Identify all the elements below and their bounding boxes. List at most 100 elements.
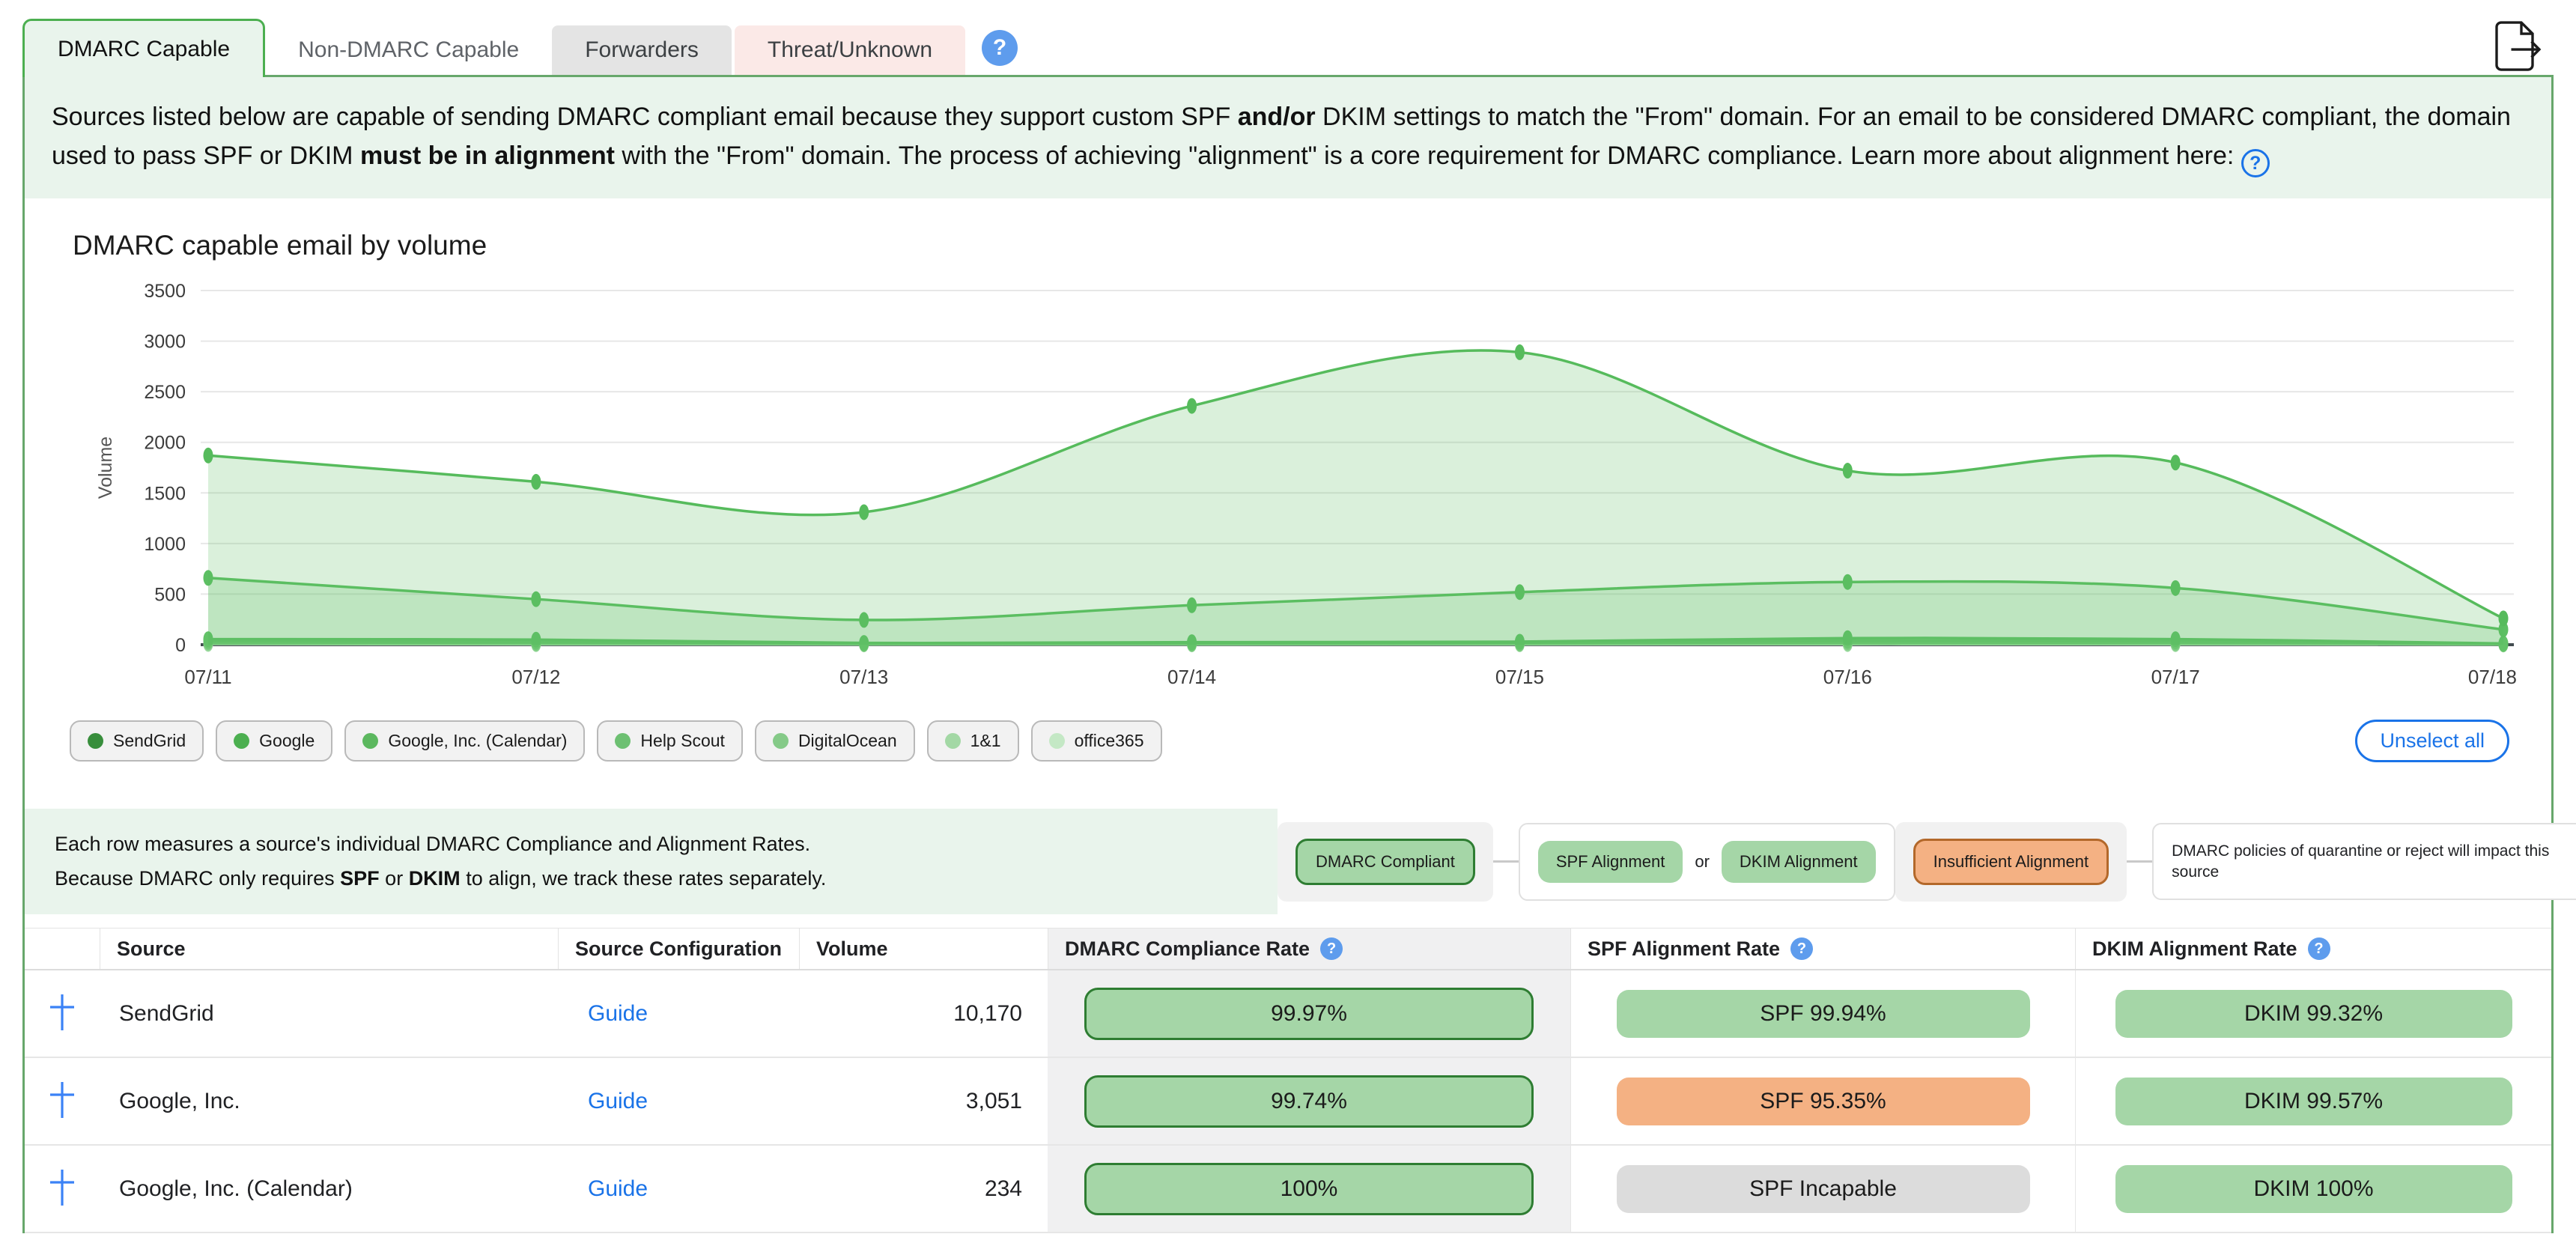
dmarc-compliant-badge: DMARC Compliant — [1295, 839, 1475, 885]
plus-icon — [47, 1166, 77, 1212]
compliance-rate-badge: 99.74% — [1084, 1075, 1534, 1128]
description-part: with the "From" domain. The process of a… — [615, 142, 2241, 170]
legend-chip-digitalocean[interactable]: DigitalOcean — [755, 720, 915, 762]
dkim-rate-badge: DKIM 99.32% — [2115, 990, 2512, 1038]
dkim-rate-badge: DKIM 100% — [2115, 1165, 2512, 1213]
plus-icon — [47, 1078, 77, 1124]
rates-info-box: Each row measures a source's individual … — [25, 809, 1278, 915]
legend-chip-label: DigitalOcean — [798, 731, 897, 751]
legend-chip-google-calendar[interactable]: Google, Inc. (Calendar) — [344, 720, 585, 762]
sources-table: Source Source Configuration Volume DMARC… — [25, 928, 2551, 1233]
description-part: Sources listed below are capable of send… — [52, 103, 1238, 131]
dkim-rate-help-icon[interactable]: ? — [2308, 937, 2330, 960]
dmarc-rate-help-icon[interactable]: ? — [1320, 937, 1343, 960]
export-icon — [2492, 64, 2542, 76]
legend-chip-sendgrid[interactable]: SendGrid — [70, 720, 204, 762]
guide-cell: Guide — [558, 1146, 799, 1232]
legend-insufficient-box: Insufficient Alignment — [1895, 822, 2127, 902]
legend-chip-label: Help Scout — [640, 731, 725, 751]
legend-chip-label: Google — [259, 731, 315, 751]
series-color-dot — [234, 733, 249, 749]
unselect-all-button[interactable]: Unselect all — [2355, 720, 2509, 762]
dmarc-capable-panel: Sources listed below are capable of send… — [22, 75, 2554, 1233]
table-row-sendgrid: SendGrid Guide 10,170 99.97% SPF 99.94% … — [25, 970, 2551, 1058]
compliance-rate-badge: 99.97% — [1084, 988, 1534, 1040]
tab-dmarc-capable[interactable]: DMARC Capable — [22, 19, 265, 77]
insufficient-alignment-badge: Insufficient Alignment — [1913, 839, 2109, 885]
compliance-legend: DMARC Compliant SPF Alignment or DKIM Al… — [1278, 822, 2547, 902]
svg-text:07/12: 07/12 — [511, 666, 560, 688]
svg-text:07/18: 07/18 — [2468, 666, 2517, 688]
legend-chip-help-scout[interactable]: Help Scout — [597, 720, 743, 762]
table-body: SendGrid Guide 10,170 99.97% SPF 99.94% … — [25, 970, 2551, 1233]
legend-chip-1and1[interactable]: 1&1 — [927, 720, 1019, 762]
guide-link[interactable]: Guide — [588, 1001, 648, 1027]
legend-chip-google[interactable]: Google — [216, 720, 332, 762]
svg-text:07/15: 07/15 — [1495, 666, 1544, 688]
series-color-dot — [88, 733, 103, 749]
description-bold-andor: and/or — [1238, 103, 1316, 131]
legend-chip-office365[interactable]: office365 — [1031, 720, 1162, 762]
spf-rate-cell: SPF 95.35% — [1570, 1058, 2075, 1144]
legend-chip-label: Google, Inc. (Calendar) — [388, 731, 567, 751]
dkim-rate-badge: DKIM 99.57% — [2115, 1078, 2512, 1125]
legend-policy-note-box: DMARC policies of quarantine or reject w… — [2152, 823, 2576, 900]
expand-row-button[interactable] — [25, 1058, 100, 1144]
spf-alignment-badge: SPF Alignment — [1538, 841, 1683, 883]
series-color-dot — [362, 733, 378, 749]
legend-connector-line — [2127, 860, 2152, 863]
guide-link[interactable]: Guide — [588, 1089, 648, 1114]
volume-area-chart: 050010001500200025003000350007/1107/1207… — [47, 264, 2520, 706]
expand-row-button[interactable] — [25, 970, 100, 1057]
svg-text:07/16: 07/16 — [1823, 666, 1872, 688]
legend-chip-label: SendGrid — [113, 731, 186, 751]
plus-icon — [47, 991, 77, 1036]
expand-row-button[interactable] — [25, 1146, 100, 1232]
spf-rate-column-header: SPF Alignment Rate? — [1570, 928, 2075, 969]
volume-column-header: Volume — [799, 928, 1048, 969]
series-color-dot — [1049, 733, 1065, 749]
info-row: Each row measures a source's individual … — [25, 809, 2551, 915]
tab-non-dmarc-capable[interactable]: Non-DMARC Capable — [265, 25, 552, 75]
svg-text:07/11: 07/11 — [184, 666, 231, 688]
guide-link[interactable]: Guide — [588, 1176, 648, 1202]
chart-legend-chips: SendGrid Google Google, Inc. (Calendar) … — [25, 706, 2551, 794]
alignment-help-icon[interactable]: ? — [2241, 149, 2270, 177]
spf-rate-badge: SPF 95.35% — [1617, 1078, 2030, 1125]
source-column-header: Source — [100, 928, 558, 969]
dmarc-compliance-cell: 100% — [1048, 1146, 1570, 1232]
legend-chip-label: 1&1 — [970, 731, 1001, 751]
series-color-dot — [615, 733, 631, 749]
source-name: SendGrid — [100, 970, 558, 1057]
legend-chip-label: office365 — [1075, 731, 1144, 751]
legend-connector-line — [1493, 860, 1519, 863]
guide-cell: Guide — [558, 1058, 799, 1144]
description-text: Sources listed below are capable of send… — [25, 77, 2551, 198]
spf-rate-help-icon[interactable]: ? — [1790, 937, 1813, 960]
volume-value: 10,170 — [799, 970, 1048, 1057]
table-row-google: Google, Inc. Guide 3,051 99.74% SPF 95.3… — [25, 1058, 2551, 1146]
dmarc-compliance-cell: 99.97% — [1048, 970, 1570, 1057]
tab-forwarders[interactable]: Forwarders — [552, 25, 732, 75]
svg-text:07/14: 07/14 — [1167, 666, 1216, 688]
svg-text:1500: 1500 — [144, 483, 186, 504]
dkim-alignment-badge: DKIM Alignment — [1722, 841, 1876, 883]
tab-threat-unknown[interactable]: Threat/Unknown — [735, 25, 965, 75]
compliance-rate-badge: 100% — [1084, 1163, 1534, 1215]
config-column-header: Source Configuration — [558, 928, 799, 969]
dkim-rate-column-header: DKIM Alignment Rate? — [2075, 928, 2551, 969]
svg-text:500: 500 — [154, 584, 186, 605]
info-line-1: Each row measures a source's individual … — [55, 827, 1248, 862]
spf-rate-badge: SPF Incapable — [1617, 1165, 2030, 1213]
tabs-help-icon[interactable]: ? — [982, 30, 1018, 66]
expand-column-header — [25, 928, 100, 969]
dkim-rate-cell: DKIM 99.32% — [2075, 970, 2551, 1057]
svg-text:07/17: 07/17 — [2151, 666, 2200, 688]
svg-text:3000: 3000 — [144, 331, 186, 352]
volume-value: 3,051 — [799, 1058, 1048, 1144]
description-bold-alignment: must be in alignment — [360, 142, 615, 170]
svg-text:2000: 2000 — [144, 432, 186, 453]
table-row-google-calendar: Google, Inc. (Calendar) Guide 234 100% S… — [25, 1146, 2551, 1233]
svg-text:2500: 2500 — [144, 382, 186, 403]
export-button[interactable] — [2492, 16, 2542, 76]
